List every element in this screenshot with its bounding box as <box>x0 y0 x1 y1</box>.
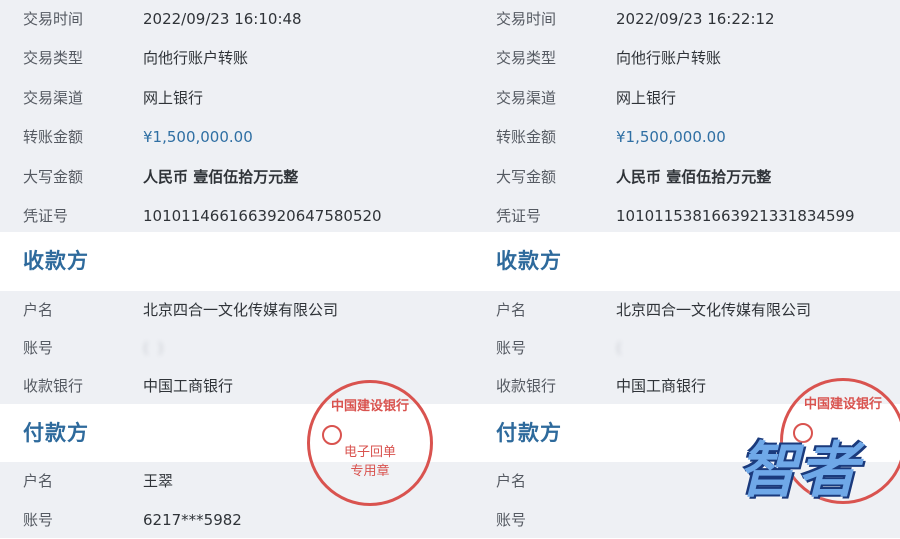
payee-header: 收款方 <box>0 232 450 291</box>
value: 2022/09/23 16:10:48 <box>143 10 302 28</box>
value: 6217***5982 <box>143 511 242 529</box>
masked-account-value: ( <box>616 339 624 357</box>
label: 大写金额 <box>496 168 557 186</box>
row-amount-in-words: 大写金额 人民币 壹佰伍拾万元整 <box>450 158 900 196</box>
value: 人民币 壹佰伍拾万元整 <box>616 168 772 186</box>
label: 交易类型 <box>496 49 557 67</box>
label: 户名 <box>496 472 527 490</box>
row-transaction-channel: 交易渠道 网上银行 <box>0 79 450 117</box>
row-transaction-channel: 交易渠道 网上银行 <box>450 79 900 117</box>
masked-account-value: ( ) <box>143 339 166 357</box>
value: 人民币 壹佰伍拾万元整 <box>143 168 299 186</box>
value: 北京四合一文化传媒有限公司 <box>616 301 812 319</box>
row-amount-in-words: 大写金额 人民币 壹佰伍拾万元整 <box>0 158 450 196</box>
row-transaction-type: 交易类型 向他行账户转账 <box>450 39 900 77</box>
value: 向他行账户转账 <box>616 49 722 67</box>
value: 1010114661663920647580520 <box>143 207 382 225</box>
value: 王翠 <box>143 472 174 490</box>
label: 户名 <box>23 301 54 319</box>
label: 账号 <box>23 511 54 529</box>
seal-line-1: 电子回单 <box>343 445 396 460</box>
label: 账号 <box>496 339 527 357</box>
payee-header: 收款方 <box>450 232 900 291</box>
value: 向他行账户转账 <box>143 49 249 67</box>
seal-line-2: 专用章 <box>350 464 390 479</box>
row-transaction-type: 交易类型 向他行账户转账 <box>0 39 450 77</box>
label: 交易渠道 <box>23 89 84 107</box>
value: 中国工商银行 <box>616 377 707 395</box>
transaction-details: 交易时间 2022/09/23 16:22:12 交易类型 向他行账户转账 交易… <box>450 0 900 232</box>
row-payee-account: 账号 ( ) <box>0 329 450 367</box>
bank-seal-stamp: 中国建设银行 电子回单 专用章 <box>307 380 433 506</box>
row-payee-name: 户名 北京四合一文化传媒有限公司 <box>0 291 450 329</box>
row-transfer-amount: 转账金额 ¥1,500,000.00 <box>450 118 900 156</box>
amount-value: ¥1,500,000.00 <box>143 128 253 146</box>
seal-center-text: 电子回单 专用章 <box>310 443 430 481</box>
label: 交易类型 <box>23 49 84 67</box>
label: 收款银行 <box>23 377 84 395</box>
label: 交易时间 <box>23 10 84 28</box>
row-transaction-time: 交易时间 2022/09/23 16:10:48 <box>0 0 450 38</box>
amount-value: ¥1,500,000.00 <box>616 128 726 146</box>
label: 凭证号 <box>496 207 542 225</box>
row-payee-name: 户名 北京四合一文化传媒有限公司 <box>450 291 900 329</box>
transaction-details: 交易时间 2022/09/23 16:10:48 交易类型 向他行账户转账 交易… <box>0 0 450 232</box>
bank-logo-icon <box>322 425 342 445</box>
row-transfer-amount: 转账金额 ¥1,500,000.00 <box>0 118 450 156</box>
value: 网上银行 <box>143 89 204 107</box>
value: 北京四合一文化传媒有限公司 <box>143 301 339 319</box>
label: 大写金额 <box>23 168 84 186</box>
label: 凭证号 <box>23 207 69 225</box>
label: 收款银行 <box>496 377 557 395</box>
seal-arc-text: 中国建设银行 <box>330 399 409 414</box>
row-voucher-number: 凭证号 1010115381663921331834599 <box>450 197 900 235</box>
label: 转账金额 <box>23 128 84 146</box>
value: 2022/09/23 16:22:12 <box>616 10 775 28</box>
value: 1010115381663921331834599 <box>616 207 855 225</box>
label: 交易时间 <box>496 10 557 28</box>
label: 账号 <box>496 511 527 529</box>
label: 转账金额 <box>496 128 557 146</box>
label: 账号 <box>23 339 54 357</box>
row-voucher-number: 凭证号 1010114661663920647580520 <box>0 197 450 235</box>
value: 中国工商银行 <box>143 377 234 395</box>
row-payer-account: 账号 6217***5982 <box>0 501 450 539</box>
value: 网上银行 <box>616 89 677 107</box>
label: 交易渠道 <box>496 89 557 107</box>
row-payee-account: 账号 ( <box>450 329 900 367</box>
row-transaction-time: 交易时间 2022/09/23 16:22:12 <box>450 0 900 38</box>
label: 户名 <box>23 472 54 490</box>
watermark-logo: 智者 <box>738 436 858 506</box>
seal-arc-text: 中国建设银行 <box>803 397 882 412</box>
label: 户名 <box>496 301 527 319</box>
